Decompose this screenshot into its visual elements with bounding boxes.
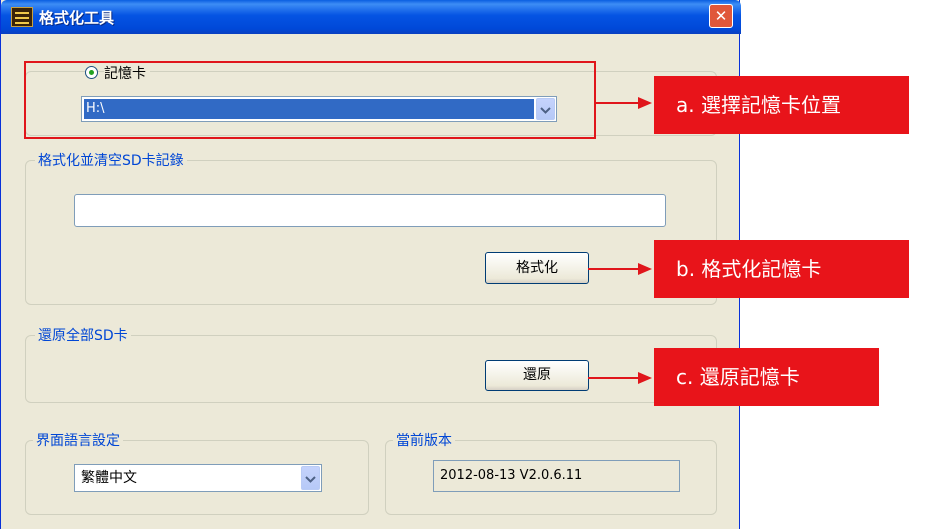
window-title: 格式化工具 (39, 9, 115, 27)
restore-group-legend: 還原全部SD卡 (35, 325, 131, 345)
version-group-legend: 當前版本 (393, 430, 455, 450)
language-select[interactable]: 繁體中文 (74, 464, 322, 492)
close-button[interactable]: ✕ (709, 4, 733, 28)
language-group-legend: 界面語言設定 (33, 430, 123, 450)
format-button[interactable]: 格式化 (485, 252, 589, 284)
title-bar[interactable]: 格式化工具 ✕ (1, 0, 741, 34)
arrow-c-head (638, 372, 652, 384)
annotation-a: a. 選擇記憶卡位置 (654, 76, 909, 134)
format-path-field[interactable] (74, 194, 666, 227)
arrow-a-head (638, 97, 652, 109)
format-group-legend: 格式化並清空SD卡記錄 (35, 150, 187, 170)
arrow-a-line (596, 102, 640, 104)
drive-highlight-box (24, 61, 596, 139)
arrow-c-line (588, 377, 640, 379)
annotation-c: c. 還原記憶卡 (654, 348, 879, 406)
arrow-b-head (638, 263, 652, 275)
close-icon: ✕ (714, 7, 728, 25)
restore-button[interactable]: 還原 (485, 360, 589, 391)
language-selected-value: 繁體中文 (81, 470, 137, 486)
format-group (25, 160, 717, 305)
annotation-b: b. 格式化記憶卡 (654, 240, 909, 298)
app-icon (11, 7, 33, 27)
arrow-b-line (588, 268, 640, 270)
version-display: 2012-08-13 V2.0.6.11 (433, 460, 680, 492)
chevron-down-icon[interactable] (301, 466, 320, 490)
restore-group (25, 335, 717, 403)
